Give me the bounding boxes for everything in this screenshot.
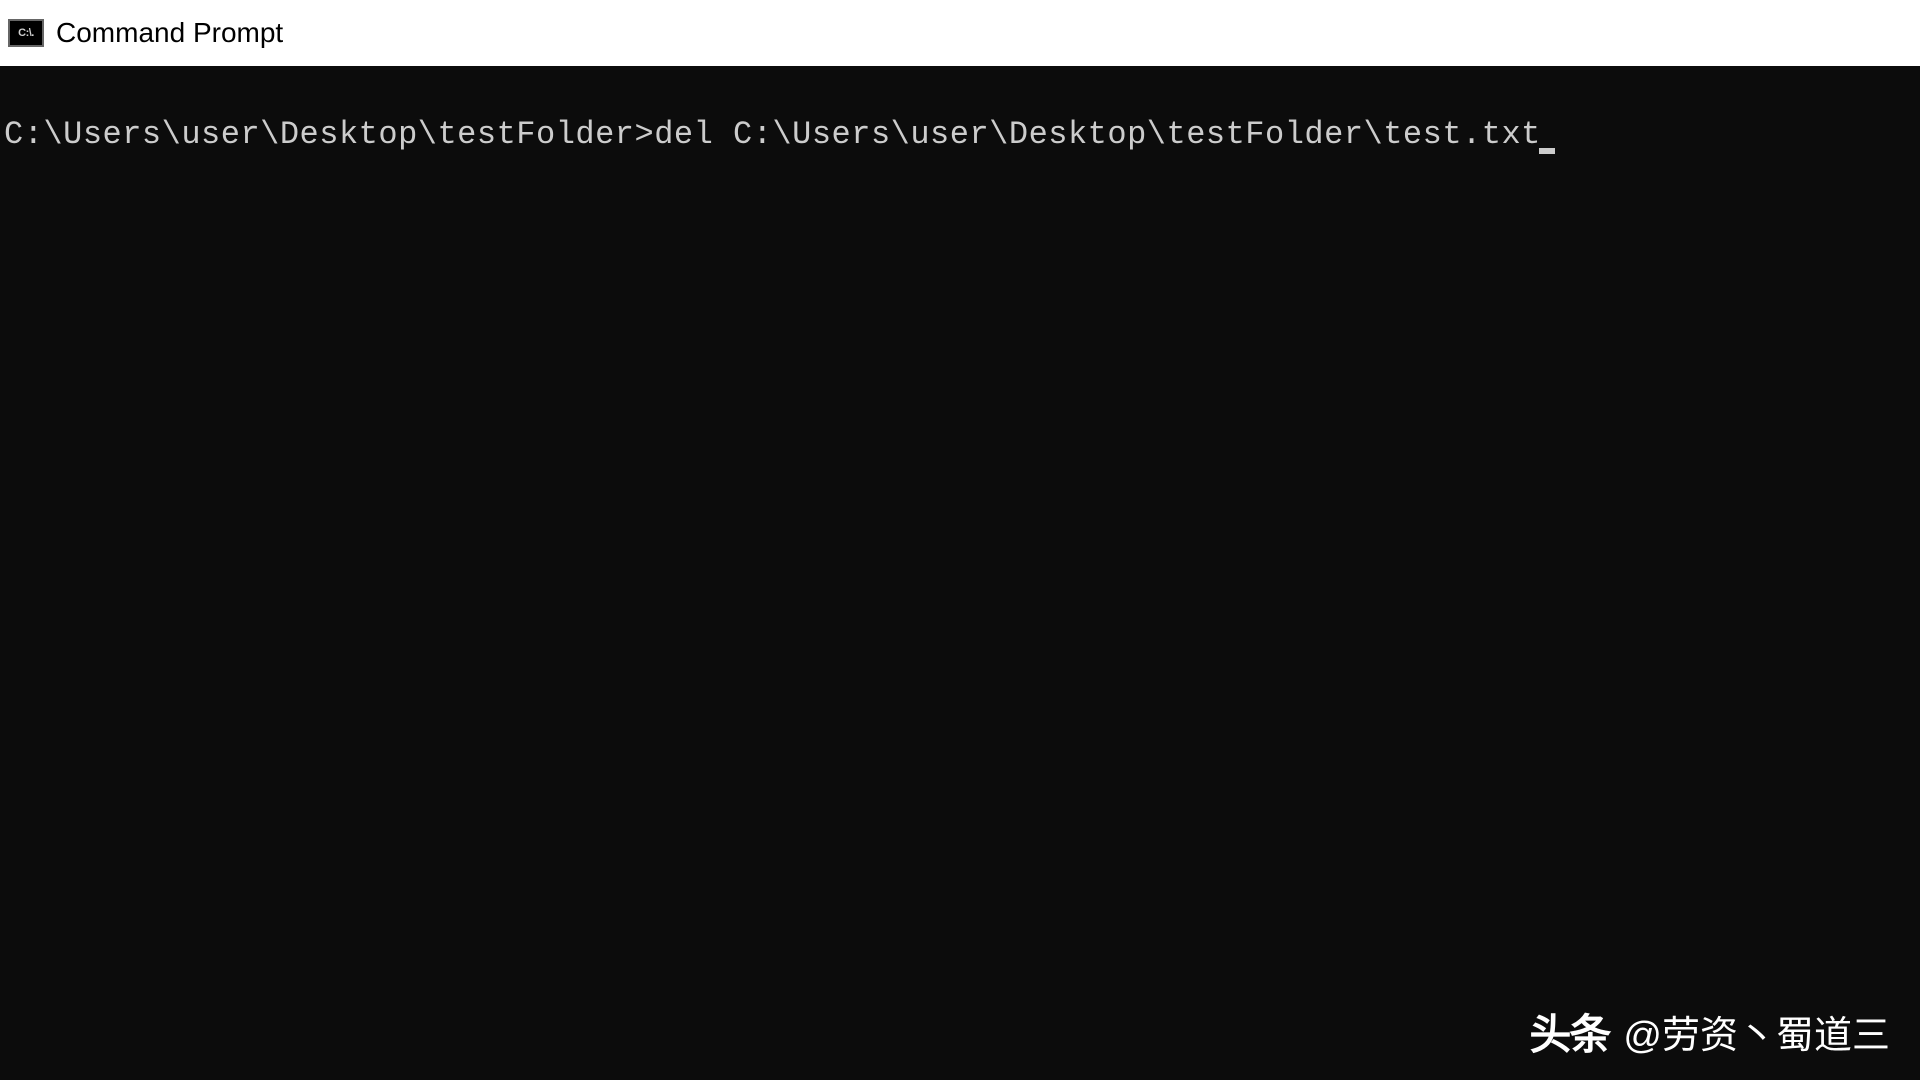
cmd-icon-label: C:\. bbox=[18, 27, 34, 39]
terminal-line: C:\Users\user\Desktop\testFolder>del C:\… bbox=[4, 114, 1920, 156]
window-title-bar[interactable]: C:\. Command Prompt bbox=[0, 0, 1920, 66]
command-input: del C:\Users\user\Desktop\testFolder\tes… bbox=[654, 116, 1541, 153]
cmd-prompt-icon: C:\. bbox=[8, 19, 44, 47]
terminal-content-area[interactable]: C:\Users\user\Desktop\testFolder>del C:\… bbox=[0, 66, 1920, 1080]
watermark-logo: 头条 bbox=[1529, 1001, 1609, 1062]
window-title: Command Prompt bbox=[56, 17, 283, 49]
watermark: 头条 @劳资丶蜀道三 bbox=[1529, 1001, 1890, 1062]
cursor-icon bbox=[1539, 148, 1555, 154]
watermark-author: @劳资丶蜀道三 bbox=[1623, 1004, 1890, 1059]
prompt-path: C:\Users\user\Desktop\testFolder> bbox=[4, 116, 654, 153]
